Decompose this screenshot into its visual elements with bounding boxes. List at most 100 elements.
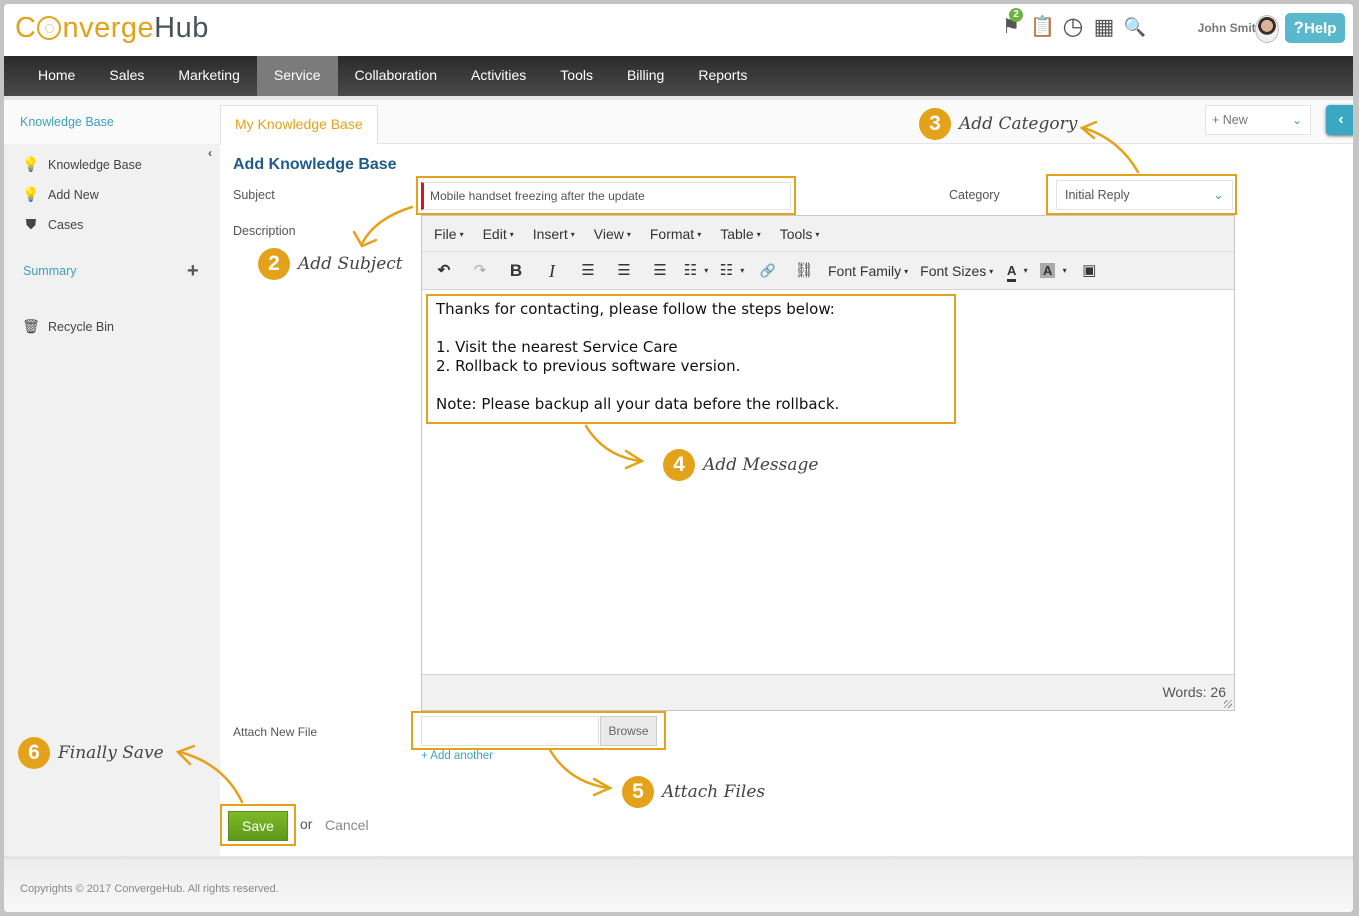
arrow-attach-head <box>592 777 613 797</box>
step-number: 5 <box>622 776 654 808</box>
menu-edit[interactable]: Edit ▾ <box>475 226 522 242</box>
background-color-icon[interactable]: A ▾ <box>1039 257 1067 285</box>
sidebar-item-label: Knowledge Base <box>48 157 142 172</box>
link-icon[interactable]: 🔗 <box>754 257 782 285</box>
align-right-icon[interactable]: ☰ <box>646 257 674 285</box>
content-line <box>436 319 946 338</box>
subject-highlight: Mobile handset freezing after the update <box>416 176 796 215</box>
save-highlight: Save <box>220 804 296 846</box>
sidebar-item-label: Recycle Bin <box>48 319 114 334</box>
annotation-text: Add Message <box>703 455 819 475</box>
step-number: 6 <box>18 737 50 769</box>
menu-file[interactable]: File ▾ <box>426 226 472 242</box>
menu-table[interactable]: Table ▾ <box>712 226 768 242</box>
arrow-attach <box>548 748 610 790</box>
step-number: 3 <box>919 108 951 140</box>
editor-menubar: File ▾ Edit ▾ Insert ▾ View ▾ Format ▾ Table ▾… <box>422 216 1234 252</box>
footer: Copyrights © 2017 ConvergeHub. All right… <box>4 856 1353 912</box>
font-sizes-dropdown[interactable]: Font Sizes ▾ <box>918 257 995 285</box>
main-nav: Home Sales Marketing Service Collaborati… <box>4 56 1353 96</box>
avatar[interactable] <box>1255 15 1279 43</box>
panel-toggle-button[interactable]: ‹ <box>1326 105 1353 135</box>
annotation-text: Finally Save <box>58 743 164 763</box>
image-icon[interactable]: ▣ <box>1075 257 1103 285</box>
resize-handle-icon[interactable] <box>1224 700 1232 708</box>
content-line: Note: Please backup all your data before… <box>436 395 840 413</box>
nav-item-tools[interactable]: Tools <box>543 56 610 96</box>
rich-text-editor: File ▾ Edit ▾ Insert ▾ View ▾ Format ▾ Table ▾… <box>421 215 1235 711</box>
logo[interactable]: CnvergeHub <box>15 12 209 45</box>
new-dropdown[interactable]: + New ⌄ <box>1205 105 1311 135</box>
nav-item-home[interactable]: Home <box>21 56 92 96</box>
sidebar-item-add-new[interactable]: 💡 Add New <box>22 186 99 203</box>
nav-item-marketing[interactable]: Marketing <box>161 56 256 96</box>
align-center-icon[interactable]: ☰ <box>610 257 638 285</box>
sidebar-item-knowledge-base[interactable]: 💡 Knowledge Base <box>22 156 142 173</box>
category-label: Category <box>949 188 1000 202</box>
save-button[interactable]: Save <box>228 811 288 841</box>
nav-item-reports[interactable]: Reports <box>681 56 764 96</box>
step-number: 4 <box>663 449 695 481</box>
arrow-subject-head <box>352 230 378 248</box>
chevron-down-icon: ⌄ <box>1291 113 1302 127</box>
redo-icon[interactable]: ↷ <box>466 257 494 285</box>
font-family-dropdown[interactable]: Font Family ▾ <box>826 257 910 285</box>
bullet-list-icon[interactable]: ☷ ▾ <box>682 257 710 285</box>
sidebar-title[interactable]: Knowledge Base <box>4 100 220 144</box>
user-name[interactable]: John Smith <box>1198 21 1263 35</box>
category-select[interactable]: Initial Reply ⌄ <box>1056 180 1233 210</box>
editor-toolbar: ↶ ↷ B I ☰ ☰ ☰ ☷ ▾ ☷ ▾ 🔗 ⛓ Font Family ▾ F… <box>422 252 1234 290</box>
menu-tools[interactable]: Tools ▾ <box>772 226 828 242</box>
editor-content[interactable]: Thanks for contacting, please follow the… <box>426 294 956 424</box>
annotation-add-subject: 2 Add Subject <box>258 248 403 280</box>
calendar-icon[interactable]: ▦ <box>1092 14 1116 40</box>
cancel-link[interactable]: Cancel <box>325 817 369 833</box>
sidebar-item-label: Add New <box>48 187 99 202</box>
step-number: 2 <box>258 248 290 280</box>
menu-insert[interactable]: Insert ▾ <box>525 226 583 242</box>
file-input[interactable] <box>421 716 599 746</box>
menu-view[interactable]: View ▾ <box>586 226 639 242</box>
text-color-icon[interactable]: A ▾ <box>1003 257 1031 285</box>
browse-button[interactable]: Browse <box>600 716 657 746</box>
question-icon: ? <box>1293 18 1304 37</box>
editor-statusbar: Words: 26 <box>422 674 1234 710</box>
arrow-subject <box>360 205 414 246</box>
logo-wheel-icon <box>37 16 62 40</box>
nav-item-collaboration[interactable]: Collaboration <box>338 56 455 96</box>
header-icons: ⚑ 2 📋 ◷ ▦ 🔍 <box>999 8 1147 40</box>
align-left-icon[interactable]: ☰ <box>574 257 602 285</box>
sidebar-item-recycle-bin[interactable]: 🗑 Recycle Bin <box>22 318 114 335</box>
tab-my-knowledge-base[interactable]: My Knowledge Base <box>220 105 378 145</box>
header: CnvergeHub ⚑ 2 📋 ◷ ▦ 🔍 John Smith ?Help <box>4 4 1353 56</box>
subject-input[interactable]: Mobile handset freezing after the update <box>421 182 791 210</box>
annotation-attach-files: 5 Attach Files <box>622 776 765 808</box>
unlink-icon[interactable]: ⛓ <box>790 257 818 285</box>
attach-highlight: Browse <box>411 711 666 750</box>
flag-icon[interactable]: ⚑ 2 <box>999 8 1023 40</box>
sidebar-item-cases[interactable]: ⛊ Cases <box>22 216 84 233</box>
nav-item-sales[interactable]: Sales <box>92 56 161 96</box>
clock-icon[interactable]: ◷ <box>1061 14 1085 40</box>
menu-format[interactable]: Format ▾ <box>642 226 709 242</box>
add-summary-icon[interactable]: + <box>187 260 199 283</box>
search-icon[interactable]: 🔍 <box>1123 14 1147 40</box>
numbered-list-icon[interactable]: ☷ ▾ <box>718 257 746 285</box>
italic-icon[interactable]: I <box>538 257 566 285</box>
annotation-add-category: 3 Add Category <box>919 108 1077 140</box>
tasks-icon[interactable]: 📋 <box>1030 14 1055 40</box>
annotation-finally-save: 6 Finally Save <box>18 737 164 769</box>
help-button[interactable]: ?Help <box>1285 13 1345 43</box>
nav-item-activities[interactable]: Activities <box>454 56 543 96</box>
sidebar-collapse-icon[interactable]: ‹ <box>208 146 212 160</box>
nav-item-billing[interactable]: Billing <box>610 56 681 96</box>
sidebar-summary[interactable]: Summary <box>23 264 76 278</box>
nav-item-service[interactable]: Service <box>256 56 338 96</box>
bold-icon[interactable]: B <box>502 257 530 285</box>
chevron-down-icon: ⌄ <box>1213 187 1224 202</box>
add-another-link[interactable]: + Add another <box>421 750 493 762</box>
undo-icon[interactable]: ↶ <box>430 257 458 285</box>
content-line: Thanks for contacting, please follow the… <box>436 300 835 318</box>
sidebar-item-label: Cases <box>48 217 84 232</box>
tab-bar: My Knowledge Base + New ⌄ ‹ <box>220 100 1353 145</box>
